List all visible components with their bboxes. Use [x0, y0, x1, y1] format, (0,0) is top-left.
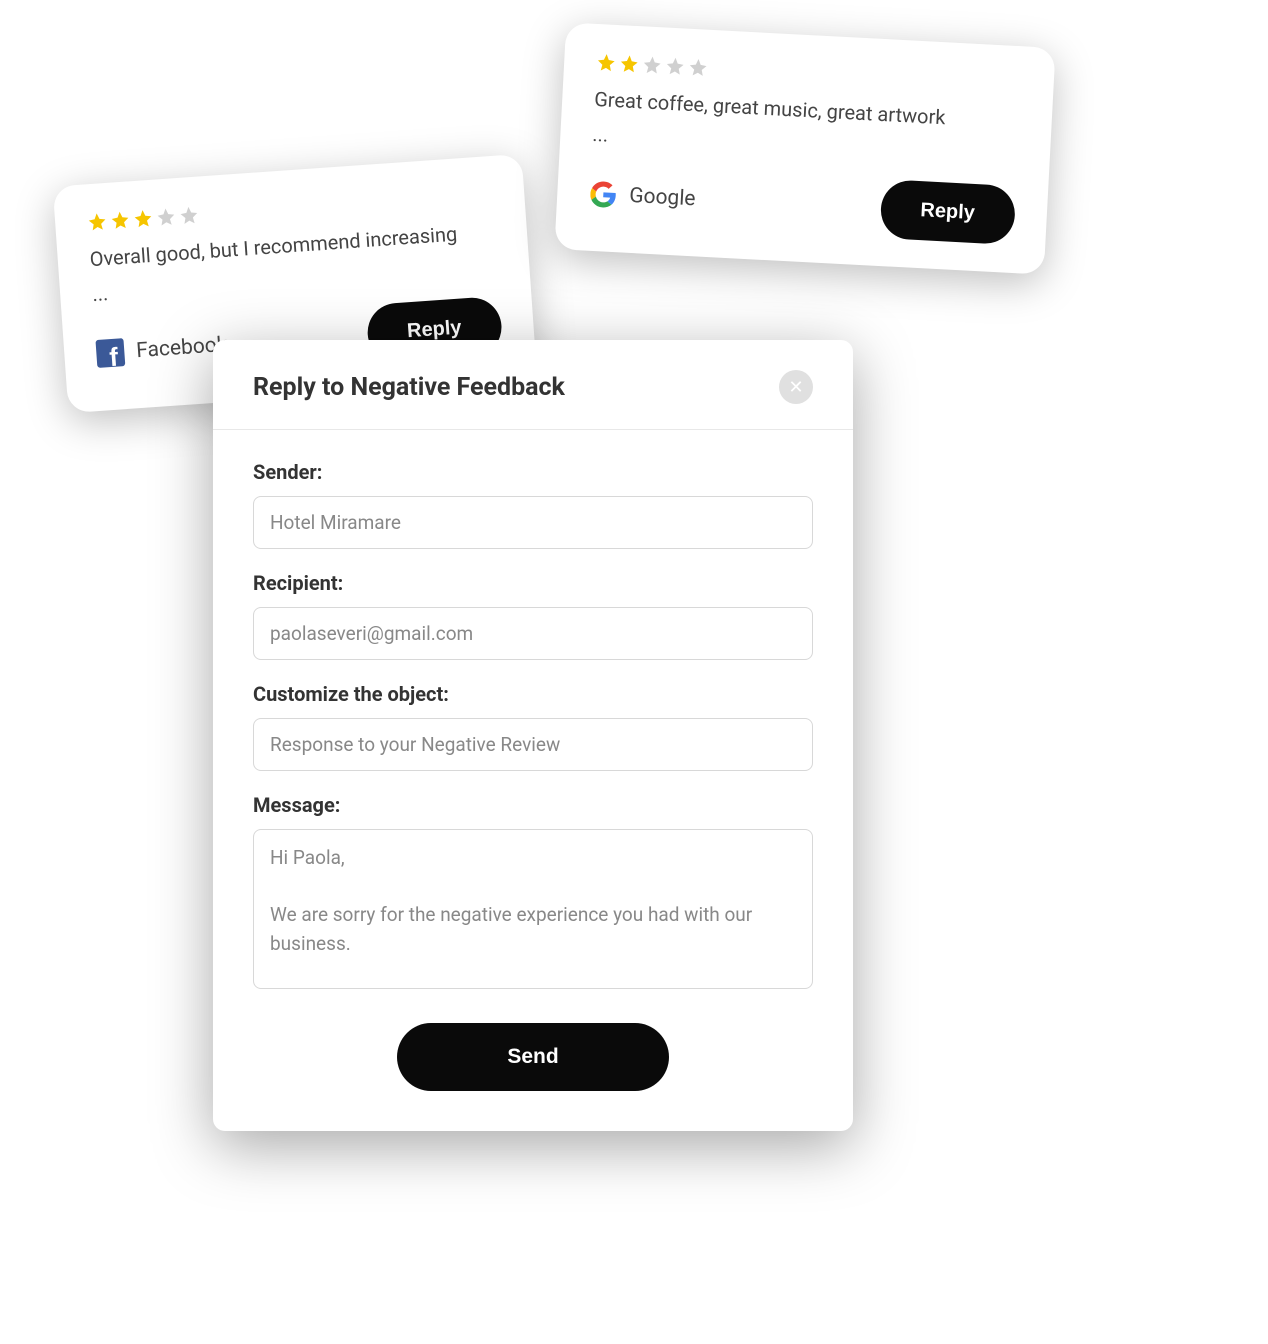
star-icon [642, 54, 663, 75]
modal-body: Sender: Recipient: Customize the object:… [213, 430, 853, 1131]
recipient-label: Recipient: [253, 571, 813, 595]
review-source: Google [589, 179, 697, 213]
modal-header: Reply to Negative Feedback ✕ [213, 340, 853, 430]
review-card: Great coffee, great music, great artwork… [554, 22, 1055, 274]
reply-button[interactable]: Reply [879, 179, 1016, 245]
facebook-icon [95, 338, 125, 368]
source-label: Google [629, 183, 696, 210]
form-group-sender: Sender: [253, 460, 813, 549]
recipient-input[interactable] [253, 607, 813, 660]
star-icon [155, 206, 176, 227]
star-icon [688, 57, 709, 78]
reply-modal: Reply to Negative Feedback ✕ Sender: Rec… [213, 340, 853, 1131]
form-group-subject: Customize the object: [253, 682, 813, 771]
form-group-recipient: Recipient: [253, 571, 813, 660]
review-source: Facebook [95, 330, 228, 367]
star-icon [178, 205, 199, 226]
form-group-message: Message: [253, 793, 813, 993]
star-icon [619, 53, 640, 74]
sender-input[interactable] [253, 496, 813, 549]
star-icon [109, 209, 130, 230]
close-icon: ✕ [788, 377, 803, 398]
close-button[interactable]: ✕ [779, 370, 813, 404]
subject-input[interactable] [253, 718, 813, 771]
review-footer: Google Reply [588, 164, 1017, 245]
star-icon [87, 211, 108, 232]
send-button[interactable]: Send [397, 1023, 668, 1091]
message-label: Message: [253, 793, 813, 817]
star-icon [132, 208, 153, 229]
star-icon [596, 52, 617, 73]
subject-label: Customize the object: [253, 682, 813, 706]
sender-label: Sender: [253, 460, 813, 484]
message-textarea[interactable] [253, 829, 813, 989]
modal-title: Reply to Negative Feedback [253, 373, 565, 402]
google-icon [589, 179, 618, 208]
star-icon [665, 56, 686, 77]
